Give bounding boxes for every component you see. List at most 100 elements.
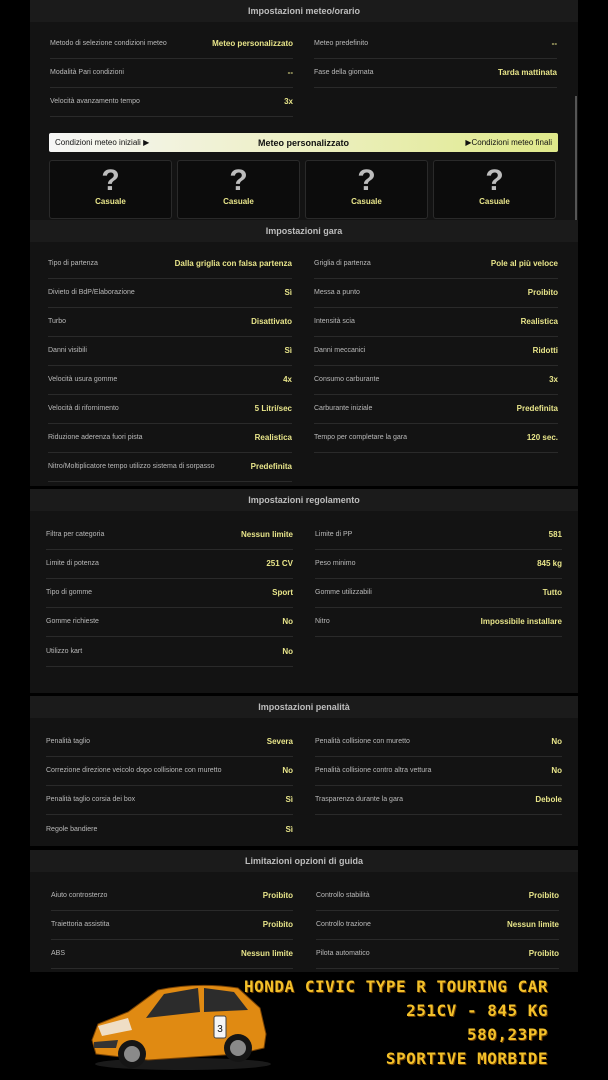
weather-card[interactable]: ? Casuale bbox=[305, 160, 428, 219]
setting-label: Filtra per categoria bbox=[46, 531, 105, 538]
setting-row[interactable]: Traiettoria assistita Proibito bbox=[51, 910, 293, 940]
setting-label: Meteo predefinito bbox=[314, 40, 369, 47]
setting-label: Riduzione aderenza fuori pista bbox=[48, 434, 143, 441]
setting-value: Proibito bbox=[262, 891, 293, 900]
setting-label: Velocità usura gomme bbox=[48, 376, 118, 383]
setting-row[interactable]: Velocità usura gomme 4x bbox=[48, 365, 292, 395]
weather-card[interactable]: ? Casuale bbox=[177, 160, 300, 219]
setting-label: Fase della giornata bbox=[314, 69, 374, 76]
setting-value: 251 CV bbox=[266, 559, 293, 568]
setting-value: No bbox=[551, 737, 562, 746]
setting-row[interactable]: Tipo di gomme Sport bbox=[46, 578, 293, 608]
setting-value: Nessun limite bbox=[506, 920, 559, 929]
setting-row[interactable]: Limite di potenza 251 CV bbox=[46, 549, 293, 579]
setting-row[interactable]: Velocità avanzamento tempo 3x bbox=[50, 87, 293, 117]
weather-conditions-bar[interactable]: Condizioni meteo iniziali ▶ Meteo person… bbox=[49, 133, 558, 152]
setting-row[interactable]: Controllo trazione Nessun limite bbox=[316, 910, 559, 940]
penalty-settings-title: Impostazioni penalità bbox=[30, 696, 578, 718]
setting-row[interactable]: Correzione direzione veicolo dopo collis… bbox=[46, 756, 293, 786]
setting-value: Proibito bbox=[527, 288, 558, 297]
setting-row[interactable]: Limite di PP 581 bbox=[315, 520, 562, 550]
setting-label: Tempo per completare la gara bbox=[314, 434, 407, 441]
setting-row[interactable]: Griglia di partenza Pole al più veloce bbox=[314, 249, 558, 279]
final-conditions-label: Condizioni meteo finali bbox=[471, 138, 553, 147]
setting-row[interactable]: Tempo per completare la gara 120 sec. bbox=[314, 423, 558, 453]
setting-row[interactable]: Consumo carburante 3x bbox=[314, 365, 558, 395]
setting-value: Realistica bbox=[520, 317, 558, 326]
initial-conditions-label: Condizioni meteo iniziali bbox=[55, 138, 141, 147]
question-mark-icon: ? bbox=[357, 164, 376, 197]
setting-row[interactable]: Aiuto controsterzo Proibito bbox=[51, 881, 293, 911]
setting-value: No bbox=[282, 766, 293, 775]
setting-row[interactable]: Divieto di BdP/Elaborazione Sì bbox=[48, 278, 292, 308]
setting-row[interactable]: Riduzione aderenza fuori pista Realistica bbox=[48, 423, 292, 453]
setting-row[interactable]: Nitro Impossibile installare bbox=[315, 607, 562, 637]
setting-label: Gomme richieste bbox=[46, 618, 99, 625]
setting-row[interactable]: Filtra per categoria Nessun limite bbox=[46, 520, 293, 550]
setting-label: Correzione direzione veicolo dopo collis… bbox=[46, 767, 222, 774]
setting-row[interactable]: Carburante iniziale Predefinita bbox=[314, 394, 558, 424]
setting-row[interactable]: Gomme richieste No bbox=[46, 607, 293, 637]
setting-row[interactable]: Nitro/Moltiplicatore tempo utilizzo sist… bbox=[48, 452, 292, 482]
setting-value: No bbox=[282, 617, 293, 626]
weather-card[interactable]: ? Casuale bbox=[49, 160, 172, 219]
setting-label: Regole bandiere bbox=[46, 826, 98, 833]
setting-row[interactable]: Danni meccanici Ridotti bbox=[314, 336, 558, 366]
setting-row[interactable]: Peso minimo 845 kg bbox=[315, 549, 562, 579]
setting-label: Limite di PP bbox=[315, 531, 353, 538]
setting-row[interactable]: Turbo Disattivato bbox=[48, 307, 292, 337]
setting-row[interactable]: Meteo predefinito -- bbox=[314, 29, 557, 59]
setting-row[interactable]: Controllo stabilità Proibito bbox=[316, 881, 559, 911]
setting-value: Debole bbox=[535, 795, 562, 804]
setting-row[interactable]: Tipo di partenza Dalla griglia con falsa … bbox=[48, 249, 292, 279]
setting-value: 3x bbox=[549, 375, 558, 384]
setting-row[interactable]: Regole bandiere Sì bbox=[46, 815, 293, 844]
setting-label: Danni meccanici bbox=[314, 347, 366, 354]
setting-row[interactable]: Intensità scia Realistica bbox=[314, 307, 558, 337]
setting-row[interactable]: Modalità Pari condizioni -- bbox=[50, 58, 293, 88]
setting-label: Aiuto controsterzo bbox=[51, 892, 108, 899]
setting-label: Utilizzo kart bbox=[46, 648, 83, 655]
weather-card-label: Casuale bbox=[223, 197, 254, 206]
setting-row[interactable]: Metodo di selezione condizioni meteo Met… bbox=[50, 29, 293, 59]
scrollbar[interactable] bbox=[575, 96, 577, 226]
setting-row[interactable]: Penalità collisione con muretto No bbox=[315, 727, 562, 757]
setting-label: Traiettoria assistita bbox=[51, 921, 110, 928]
setting-value: Proibito bbox=[262, 920, 293, 929]
weather-card[interactable]: ? Casuale bbox=[433, 160, 556, 219]
setting-label: Modalità Pari condizioni bbox=[50, 69, 124, 76]
setting-value: 5 Litri/sec bbox=[254, 404, 292, 413]
setting-value: No bbox=[551, 766, 562, 775]
setting-value: Impossibile installare bbox=[480, 617, 562, 626]
initial-conditions-button[interactable]: Condizioni meteo iniziali ▶ bbox=[55, 138, 149, 147]
setting-value: Nessun limite bbox=[240, 949, 293, 958]
setting-row[interactable]: Penalità taglio Severa bbox=[46, 727, 293, 757]
setting-label: Controllo stabilità bbox=[316, 892, 370, 899]
setting-value: -- bbox=[551, 39, 557, 48]
setting-value: 4x bbox=[283, 375, 292, 384]
setting-value: Predefinita bbox=[516, 404, 558, 413]
setting-row[interactable]: Trasparenza durante la gara Debole bbox=[315, 785, 562, 815]
setting-row[interactable]: Utilizzo kart No bbox=[46, 637, 293, 667]
setting-label: Consumo carburante bbox=[314, 376, 380, 383]
setting-value: Predefinita bbox=[250, 462, 292, 471]
setting-row[interactable]: Danni visibili Sì bbox=[48, 336, 292, 366]
weather-card-label: Casuale bbox=[95, 197, 126, 206]
setting-row[interactable]: Messa a punto Proibito bbox=[314, 278, 558, 308]
setting-row[interactable]: Fase della giornata Tarda mattinata bbox=[314, 58, 557, 88]
setting-row[interactable]: Pilota automatico Proibito bbox=[316, 939, 559, 969]
setting-label: Controllo trazione bbox=[316, 921, 371, 928]
setting-value: Severa bbox=[266, 737, 293, 746]
setting-row[interactable]: Gomme utilizzabili Tutto bbox=[315, 578, 562, 608]
regulation-settings-title: Impostazioni regolamento bbox=[30, 489, 578, 511]
setting-row[interactable]: Penalità taglio corsia dei box Sì bbox=[46, 785, 293, 815]
setting-row[interactable]: ABS Nessun limite bbox=[51, 939, 293, 969]
setting-row[interactable]: Velocità di rifornimento 5 Litri/sec bbox=[48, 394, 292, 424]
race-settings-title: Impostazioni gara bbox=[30, 220, 578, 242]
setting-row[interactable]: Penalità collisione contro altra vettura… bbox=[315, 756, 562, 786]
weather-card-label: Casuale bbox=[351, 197, 382, 206]
car-model: HONDA CIVIC TYPE R TOURING CAR bbox=[244, 977, 548, 996]
final-conditions-button[interactable]: ▶Condizioni meteo finali bbox=[465, 138, 552, 147]
setting-label: Pilota automatico bbox=[316, 950, 370, 957]
car-info: HONDA CIVIC TYPE R TOURING CAR 251CV - 8… bbox=[244, 975, 548, 1071]
